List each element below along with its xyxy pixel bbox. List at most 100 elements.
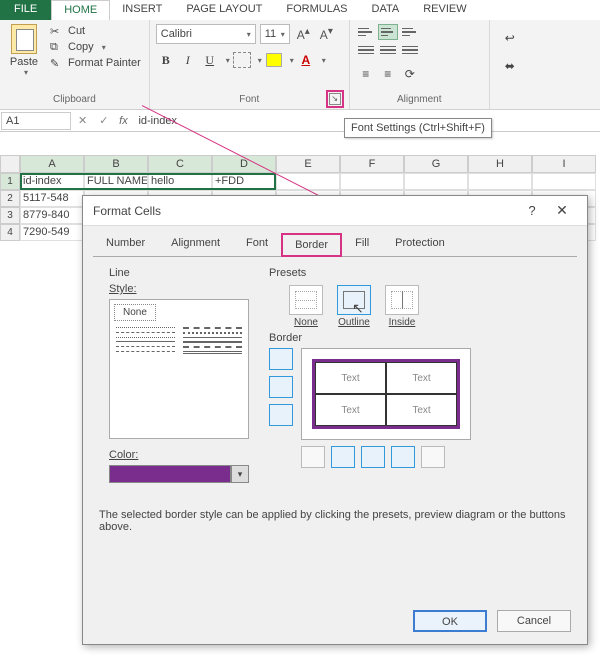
border-left-button[interactable]: [331, 446, 355, 468]
copy-button[interactable]: Copy▾: [48, 40, 143, 54]
tab-font[interactable]: Font: [233, 232, 281, 256]
cell[interactable]: id-index: [20, 173, 84, 190]
dialog-tabs: Number Alignment Font Border Fill Protec…: [83, 226, 587, 256]
font-launcher-icon[interactable]: ↘: [329, 93, 341, 105]
fx-icon[interactable]: fx: [114, 115, 132, 127]
bold-button[interactable]: B: [156, 50, 176, 70]
style-none[interactable]: None: [114, 304, 156, 321]
cell[interactable]: 5117-548: [20, 190, 84, 207]
wrap-text-button[interactable]: ↩: [500, 28, 520, 48]
cell[interactable]: [404, 173, 468, 190]
col-header[interactable]: A: [20, 155, 84, 173]
orientation[interactable]: ⟳: [400, 64, 420, 84]
preset-inside[interactable]: Inside: [385, 285, 419, 328]
ok-button[interactable]: OK: [413, 610, 487, 632]
tab-border[interactable]: Border: [281, 233, 342, 257]
preset-inside-icon: [385, 285, 419, 315]
preset-none[interactable]: None: [289, 285, 323, 328]
font-name-value: Calibri: [161, 28, 192, 40]
tab-data[interactable]: DATA: [360, 0, 412, 20]
close-button[interactable]: ✕: [547, 202, 577, 219]
decrease-indent[interactable]: ≡: [356, 64, 376, 84]
col-header[interactable]: B: [84, 155, 148, 173]
tab-insert[interactable]: INSERT: [110, 0, 174, 20]
border-icon: [233, 52, 251, 68]
row-header[interactable]: 4: [0, 224, 20, 241]
cell[interactable]: 8779-840: [20, 207, 84, 224]
merge-button[interactable]: ⬌: [500, 56, 520, 76]
shrink-font-icon[interactable]: A▾: [317, 26, 336, 42]
align-center[interactable]: [378, 42, 398, 58]
select-all-corner[interactable]: [0, 155, 20, 173]
border-hmid-button[interactable]: [269, 376, 293, 398]
group-extra: ↩ ⬌: [490, 20, 600, 109]
cell[interactable]: 7290-549: [20, 224, 84, 241]
border-diag1-button[interactable]: [301, 446, 325, 468]
underline-button[interactable]: U: [200, 50, 220, 70]
name-box[interactable]: A1: [1, 112, 71, 130]
chevron-down-icon[interactable]: ▾: [231, 465, 249, 483]
font-color-button[interactable]: A: [296, 50, 316, 70]
tab-home[interactable]: HOME: [51, 0, 110, 20]
color-select[interactable]: ▾: [109, 465, 249, 483]
row-header[interactable]: 1: [0, 173, 20, 190]
format-painter-button[interactable]: Format Painter: [48, 56, 143, 70]
cell[interactable]: [468, 173, 532, 190]
cell[interactable]: [276, 173, 340, 190]
group-font: Calibri▾ 11▾ A▴ A▾ B I U ▾ ▾ ▾ A ▾ Font↘: [150, 20, 350, 109]
line-label: Line: [109, 267, 249, 279]
paste-button[interactable]: Paste ▾: [6, 24, 42, 77]
font-size-select[interactable]: 11▾: [260, 24, 290, 44]
border-preview[interactable]: Text Text Text Text: [301, 348, 471, 440]
cell[interactable]: hello: [148, 173, 212, 190]
col-header[interactable]: I: [532, 155, 596, 173]
help-button[interactable]: ?: [517, 203, 547, 218]
row-header[interactable]: 2: [0, 190, 20, 207]
chevron-down-icon: ▾: [322, 56, 326, 65]
chevron-down-icon: ▾: [226, 56, 230, 65]
align-top[interactable]: [356, 24, 376, 40]
cell[interactable]: [532, 173, 596, 190]
file-tab[interactable]: FILE: [0, 0, 51, 20]
line-style-list[interactable]: None: [109, 299, 249, 439]
cut-button[interactable]: Cut: [48, 24, 143, 38]
border-bottom-button[interactable]: [269, 404, 293, 426]
cancel-button[interactable]: Cancel: [497, 610, 571, 632]
tab-number[interactable]: Number: [93, 232, 158, 256]
align-middle[interactable]: [378, 24, 398, 40]
tab-review[interactable]: REVIEW: [411, 0, 478, 20]
preset-outline[interactable]: ↖Outline: [337, 285, 371, 328]
tab-protection[interactable]: Protection: [382, 232, 458, 256]
increase-indent[interactable]: ≡: [378, 64, 398, 84]
col-header[interactable]: G: [404, 155, 468, 173]
cancel-formula-icon[interactable]: ✕: [72, 114, 93, 127]
tab-alignment[interactable]: Alignment: [158, 232, 233, 256]
col-header[interactable]: C: [148, 155, 212, 173]
borders-button[interactable]: [232, 50, 252, 70]
tab-page-layout[interactable]: PAGE LAYOUT: [174, 0, 274, 20]
align-right[interactable]: [400, 42, 420, 58]
tab-formulas[interactable]: FORMULAS: [274, 0, 359, 20]
tab-fill[interactable]: Fill: [342, 232, 382, 256]
style-label: Style:: [109, 283, 249, 295]
font-name-select[interactable]: Calibri▾: [156, 24, 256, 44]
cell[interactable]: FULL NAME: [84, 173, 148, 190]
col-header[interactable]: E: [276, 155, 340, 173]
border-vmid-button[interactable]: [361, 446, 385, 468]
border-right-button[interactable]: [391, 446, 415, 468]
fill-color-button[interactable]: [264, 50, 284, 70]
preview-cell: Text: [315, 362, 386, 394]
enter-formula-icon[interactable]: ✓: [93, 114, 114, 127]
clipboard-group-label: Clipboard: [6, 92, 143, 107]
border-diag2-button[interactable]: [421, 446, 445, 468]
col-header[interactable]: H: [468, 155, 532, 173]
row-header[interactable]: 3: [0, 207, 20, 224]
cell[interactable]: [340, 173, 404, 190]
col-header[interactable]: F: [340, 155, 404, 173]
align-bottom[interactable]: [400, 24, 420, 40]
cell[interactable]: +FDD: [212, 173, 276, 190]
align-left[interactable]: [356, 42, 376, 58]
italic-button[interactable]: I: [178, 50, 198, 70]
border-top-button[interactable]: [269, 348, 293, 370]
grow-font-icon[interactable]: A▴: [294, 26, 313, 42]
